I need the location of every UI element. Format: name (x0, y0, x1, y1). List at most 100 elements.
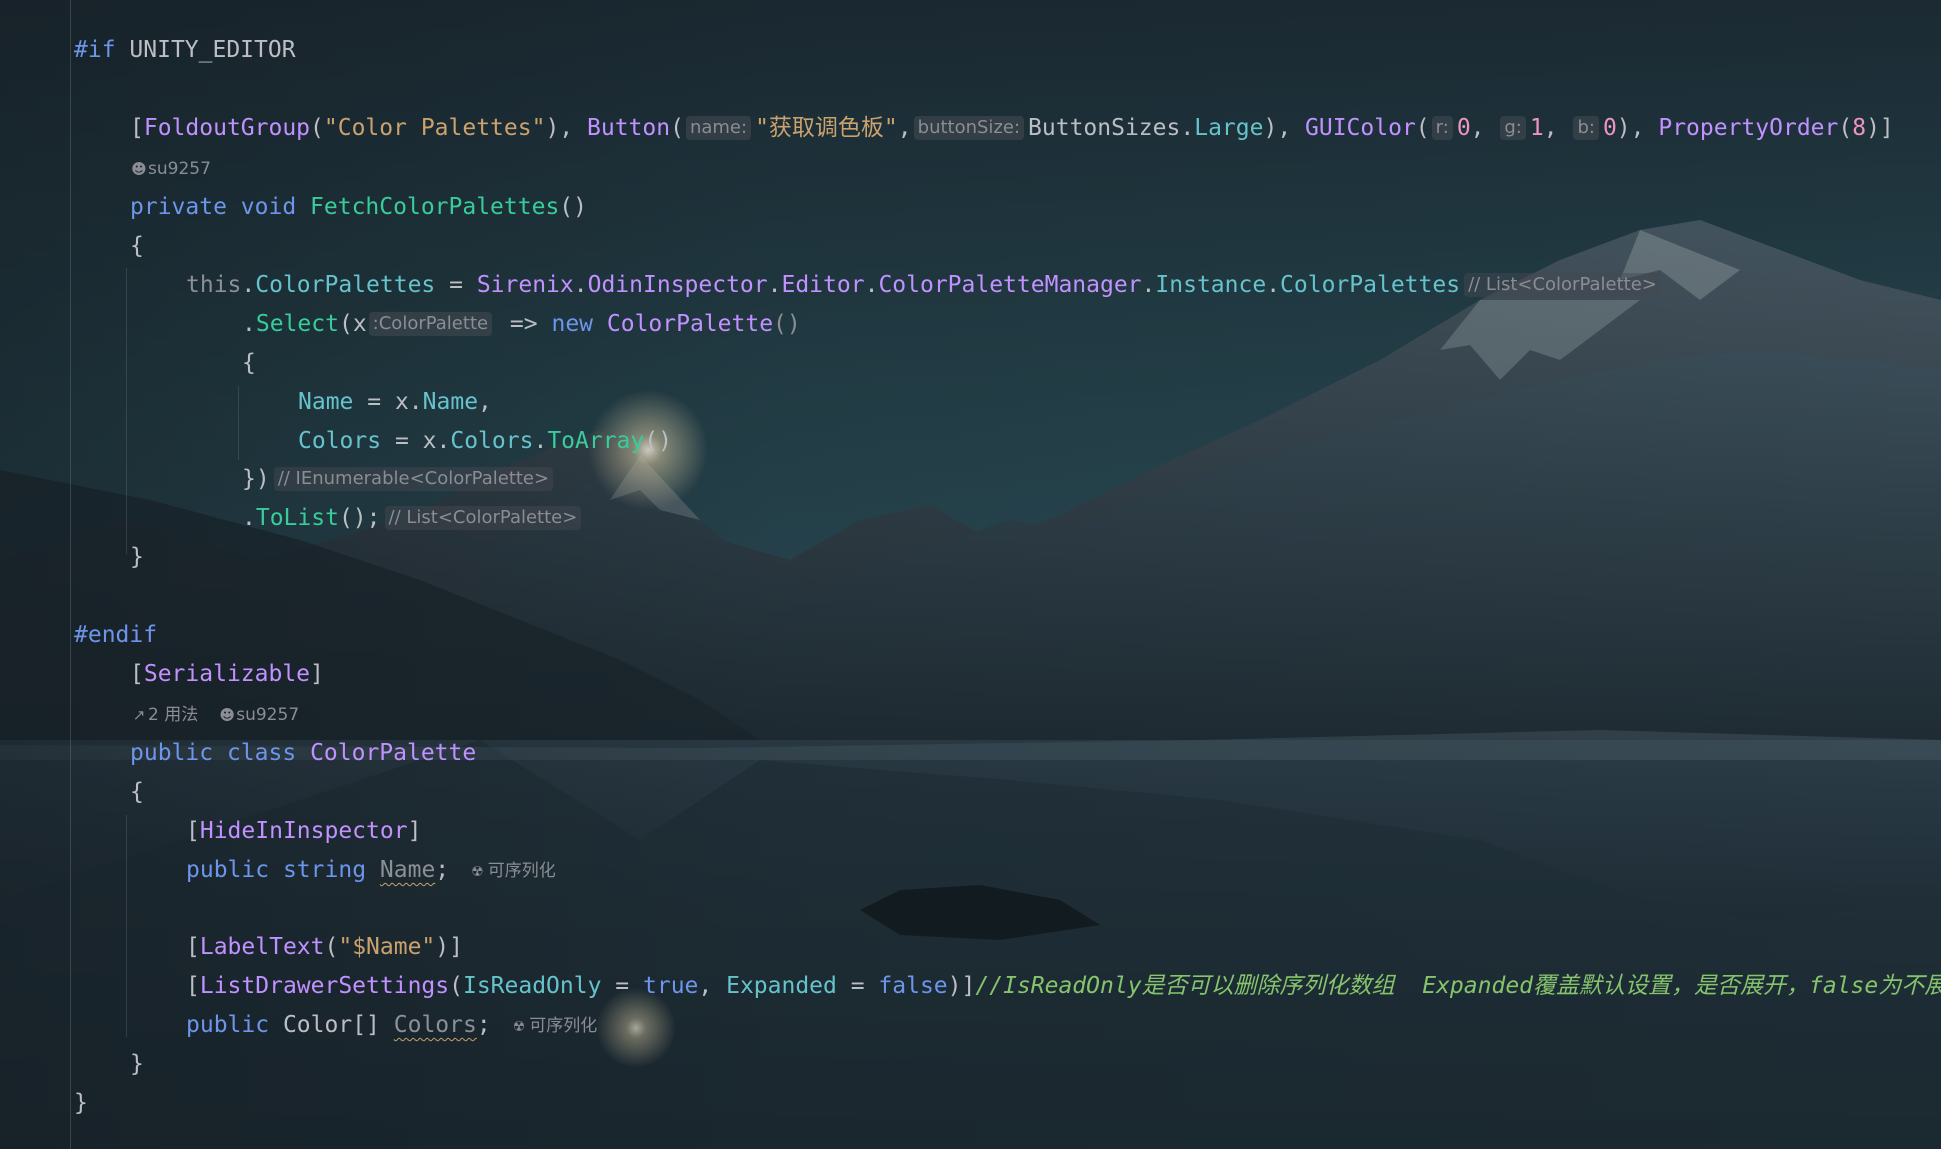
keyword: this (186, 272, 242, 298)
indent-guide (126, 268, 127, 554)
property-name: Expanded (726, 973, 837, 999)
namespace: OdinInspector (587, 272, 768, 298)
method-name: ToList (255, 505, 339, 531)
code-line[interactable]: this.ColorPalettes = Sirenix.OdinInspect… (186, 268, 1661, 302)
usages-icon: ↗ (132, 706, 146, 724)
code-line[interactable]: public class ColorPalette (130, 736, 476, 770)
number-literal: 8 (1852, 115, 1867, 141)
preprocessor-symbol: UNITY_EDITOR (129, 37, 296, 63)
serializable-icon: ☢ (512, 1019, 526, 1035)
attribute-name: Serializable (143, 661, 311, 687)
number-literal: 1 (1529, 115, 1544, 141)
person-icon: ☻ (219, 706, 236, 724)
code-line[interactable]: [LabelText("$Name")] (186, 930, 463, 964)
attribute-name: PropertyOrder (1658, 115, 1839, 141)
type-name: Color (282, 1012, 353, 1038)
property-name: IsReadOnly (462, 973, 602, 999)
person-icon: ☻ (131, 160, 147, 178)
keyword: public (130, 740, 214, 766)
code-line[interactable]: } (130, 1047, 144, 1081)
code-line[interactable]: } (130, 540, 144, 574)
code-line[interactable]: [HideInInspector] (186, 814, 421, 848)
keyword: public (186, 857, 270, 883)
variable: x (394, 389, 409, 415)
variable: x (422, 428, 437, 454)
parameter-hint: buttonSize: (913, 116, 1025, 140)
keyword: false (878, 973, 948, 999)
property-name: Colors (298, 428, 382, 454)
serializable-inlay[interactable]: ☢ 可序列化 (471, 854, 556, 889)
usages-count[interactable]: 2 用法 (148, 705, 198, 725)
attribute-name: FoldoutGroup (143, 115, 311, 141)
property-name: Name (298, 389, 354, 415)
method-name: Select (255, 311, 339, 337)
number-literal: 0 (1602, 115, 1617, 141)
serializable-inlay[interactable]: ☢ 可序列化 (513, 1009, 598, 1044)
parameter-hint: r: (1431, 116, 1453, 140)
string-literal: "$Name" (338, 934, 436, 960)
code-line[interactable]: { (242, 346, 256, 380)
namespace: Editor (781, 272, 865, 298)
serializable-icon: ☢ (471, 864, 484, 880)
code-vision-info[interactable]: ↗ 2 用法 ☻su9257 (130, 703, 299, 727)
parameter-hint: name: (685, 116, 752, 140)
type-hint: // IEnumerable<ColorPalette> (273, 467, 554, 491)
type-hint: :ColorPalette (368, 312, 493, 336)
attribute-name: LabelText (199, 934, 325, 960)
attribute-name: ListDrawerSettings (199, 973, 450, 999)
parameter-hint: b: (1573, 116, 1599, 140)
code-line[interactable]: #endif (74, 618, 157, 652)
field-name: Colors (393, 1012, 477, 1038)
preprocessor-directive: #if (74, 37, 116, 63)
code-line[interactable]: public Color[] Colors; ☢ 可序列化 (186, 1008, 597, 1042)
keyword: true (643, 973, 699, 999)
code-line[interactable]: [FoldoutGroup("Color Palettes"), Button(… (130, 111, 1894, 145)
class-name: ColorPalette (606, 311, 774, 337)
number-literal: 0 (1456, 115, 1471, 141)
fold-gutter-divider (70, 0, 71, 1149)
serializable-label: 可序列化 (529, 1016, 598, 1036)
property-name: Colors (450, 428, 534, 454)
string-literal: "获取调色板" (755, 115, 898, 141)
keyword: string (282, 857, 367, 883)
code-line[interactable]: Colors = x.Colors.ToArray() (298, 424, 672, 458)
author-name: su9257 (236, 705, 300, 725)
serializable-label: 可序列化 (487, 861, 556, 881)
type-hint: // List<ColorPalette> (1464, 273, 1661, 297)
property-name: ColorPalettes (1280, 272, 1461, 298)
code-line[interactable]: [Serializable] (130, 657, 324, 691)
code-line[interactable]: public string Name; ☢ 可序列化 (186, 853, 556, 887)
property-name: Name (422, 389, 479, 415)
code-vision-author[interactable]: ☻su9257 (130, 157, 211, 181)
code-line[interactable]: })// IEnumerable<ColorPalette> (242, 462, 554, 496)
keyword: private (130, 194, 227, 220)
enum-value: Large (1194, 115, 1264, 141)
method-name: FetchColorPalettes (310, 194, 560, 220)
property-name: Instance (1155, 272, 1267, 298)
attribute-name: GUIColor (1305, 115, 1416, 141)
code-line[interactable]: Name = x.Name, (298, 385, 492, 419)
code-line[interactable]: .Select(x:ColorPalette => new ColorPalet… (242, 307, 801, 341)
type-hint: // List<ColorPalette> (384, 506, 582, 530)
keyword: class (226, 740, 297, 766)
namespace: Sirenix (476, 272, 574, 298)
type-name: ButtonSizes (1028, 115, 1181, 141)
code-line[interactable]: .ToList();// List<ColorPalette> (242, 501, 582, 535)
code-line[interactable]: private void FetchColorPalettes() (130, 190, 587, 224)
code-line[interactable]: #if UNITY_EDITOR (74, 33, 296, 67)
code-editor[interactable]: #if UNITY_EDITOR [FoldoutGroup("Color Pa… (0, 0, 1941, 1149)
preprocessor-directive: #endif (74, 622, 158, 648)
code-line[interactable]: [ListDrawerSettings(IsReadOnly = true, E… (186, 969, 1941, 1003)
keyword: public (186, 1012, 270, 1038)
code-line[interactable]: { (130, 775, 144, 809)
parameter-hint: g: (1500, 116, 1526, 140)
author-name: su9257 (148, 159, 211, 179)
indent-guide (126, 815, 127, 1037)
class-name: ColorPaletteManager (878, 272, 1142, 298)
attribute-name: Button (587, 115, 671, 141)
lambda-param: x (352, 311, 367, 337)
code-line[interactable]: } (74, 1086, 88, 1120)
method-name: ToArray (547, 428, 645, 454)
keyword: void (240, 194, 297, 220)
code-line[interactable]: { (130, 229, 144, 263)
